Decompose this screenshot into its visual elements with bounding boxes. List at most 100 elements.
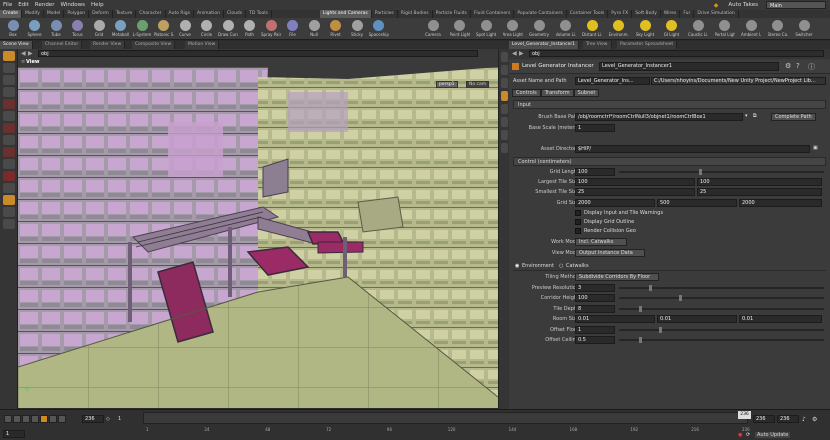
menu-help[interactable]: Help xyxy=(91,2,104,8)
global-end-field[interactable]: 236 xyxy=(777,415,799,423)
param-forward-icon[interactable]: ▶ xyxy=(519,50,524,57)
step-back-button[interactable] xyxy=(13,415,21,423)
shelf-tool-torus[interactable]: Torus xyxy=(68,19,88,39)
shelf-tool-camera[interactable]: Camera xyxy=(423,19,443,39)
shelf-tool-l-system[interactable]: L-System xyxy=(132,19,152,39)
wireframe-icon[interactable] xyxy=(501,130,508,140)
shelf-tab-soft-body[interactable]: Soft Body xyxy=(632,10,661,18)
tab-motion-view[interactable]: Motion View xyxy=(185,41,220,49)
grid-size-x[interactable]: 2000 xyxy=(575,199,655,207)
largest-tile-size-x[interactable]: 100 xyxy=(575,178,695,186)
move-tool-icon[interactable] xyxy=(3,99,15,109)
room-size-x[interactable]: 0.01 xyxy=(575,315,655,323)
grid-size-z[interactable]: 2000 xyxy=(739,199,822,207)
tab-controls[interactable]: Controls xyxy=(512,89,541,97)
grid-length-slider[interactable] xyxy=(619,169,824,175)
gear-icon[interactable]: ⚙ xyxy=(785,62,791,70)
shelf-tool-spot-light[interactable]: Spot Light xyxy=(476,19,496,39)
menu-render[interactable]: Render xyxy=(35,2,55,8)
pose-tool-icon[interactable] xyxy=(3,135,15,145)
shelf-tool-volume-li-[interactable]: Volume Li. xyxy=(556,19,576,39)
work-mode-menu[interactable]: Incl. Catwalks xyxy=(575,238,627,246)
back-arrow-icon[interactable]: ◀ xyxy=(21,50,26,57)
tab-param-spreadsheet[interactable]: Parameter Spreadsheet xyxy=(617,41,678,49)
scene-viewport[interactable]: persp1 No cam ⊹ xyxy=(18,67,498,408)
shelf-tab-auto-rigs[interactable]: Auto Rigs xyxy=(166,10,194,18)
takes-icon[interactable]: ◆ xyxy=(714,2,719,9)
shelf-tool-point-light[interactable]: Point Light xyxy=(450,19,470,39)
tab-scene-view[interactable]: Scene View xyxy=(0,41,33,49)
go-end-button[interactable] xyxy=(58,415,66,423)
shelf-tab-polygon[interactable]: Polygon xyxy=(64,10,90,18)
brush-menu-icon[interactable]: ▾ xyxy=(745,113,748,119)
input-section[interactable]: Input xyxy=(513,100,826,109)
magnet-icon[interactable] xyxy=(3,171,15,181)
shelf-tab-character[interactable]: Character xyxy=(136,10,166,18)
current-frame-field[interactable]: 236 xyxy=(82,415,104,423)
shelf-tool-draw-curve[interactable]: Draw Curve xyxy=(218,19,238,39)
shelf-tool-caustic-li-[interactable]: Caustic Li. xyxy=(688,19,708,39)
complete-path-button[interactable]: Complete Path xyxy=(771,113,816,121)
normals-icon[interactable] xyxy=(501,143,508,153)
shelf-tab-create[interactable]: Create xyxy=(0,10,22,18)
cam-menu[interactable]: No cam xyxy=(466,81,490,88)
node-name-field[interactable]: Level_Generator_Instancer1 xyxy=(599,62,779,71)
auto-update-menu[interactable]: Auto Update xyxy=(755,432,791,438)
shelf-tool-stereo-ca-[interactable]: Stereo Ca. xyxy=(768,19,788,39)
shelf-tab-drive-simulation[interactable]: Drive Simulation xyxy=(694,10,739,18)
grid-size-y[interactable]: 500 xyxy=(657,199,737,207)
render-region-icon[interactable] xyxy=(3,219,15,229)
base-scale-field[interactable]: 1 xyxy=(575,124,615,132)
shelf-tool-spray-paint[interactable]: Spray Paint xyxy=(261,19,281,39)
tiling-method-menu[interactable]: Subdivide Corridors By Floor xyxy=(575,273,659,281)
tab-composite-view[interactable]: Composite View xyxy=(132,41,176,49)
shelf-tool-geometry[interactable]: Geometry xyxy=(529,19,549,39)
timeline-settings-icon[interactable]: ⚙ xyxy=(812,416,817,423)
network-path-bar[interactable]: obj xyxy=(38,50,478,57)
object-mode-icon[interactable] xyxy=(3,195,15,205)
forward-arrow-icon[interactable]: ▶ xyxy=(28,50,33,57)
shelf-tab-td-tools[interactable]: TD Tools xyxy=(246,10,272,18)
audio-icon[interactable]: ♪ xyxy=(802,416,806,423)
desktop-select[interactable]: Main xyxy=(766,1,826,9)
shelf-tab-fur[interactable]: Fur xyxy=(680,10,695,18)
asset-name-field[interactable]: Level_Generator_Ins... xyxy=(575,77,650,85)
asset-directory-field[interactable]: $HIP/ xyxy=(575,145,810,153)
offset-ceiling-field[interactable]: 0.5 xyxy=(575,336,615,344)
shelf-tool-area-light[interactable]: Area Light xyxy=(503,19,523,39)
step-forward-button[interactable] xyxy=(49,415,57,423)
lighting-icon[interactable] xyxy=(501,78,508,88)
file-chooser-icon[interactable]: ▣ xyxy=(813,145,818,151)
shelf-tool-grid[interactable]: Grid xyxy=(89,19,109,39)
stop-button[interactable] xyxy=(31,415,39,423)
shelf-tool-portal-light[interactable]: Portal Light xyxy=(715,19,735,39)
snap-icon[interactable] xyxy=(3,147,15,157)
menu-file[interactable]: File xyxy=(3,2,12,8)
shelf-tool-distant-li-[interactable]: Distant Li. xyxy=(582,19,602,39)
shelf-tool-sky-light[interactable]: Sky Light xyxy=(635,19,655,39)
shelf-tool-box[interactable]: Box xyxy=(3,19,23,39)
menu-edit[interactable]: Edit xyxy=(18,2,29,8)
shelf-tab-animation[interactable]: Animation xyxy=(194,10,224,18)
shelf-tab-pyro-fx[interactable]: Pyro FX xyxy=(608,10,633,18)
alert-icon[interactable]: ● xyxy=(738,432,742,438)
grid-snap-icon[interactable] xyxy=(3,159,15,169)
tab-channel-editor[interactable]: Channel Editor xyxy=(42,41,83,49)
smallest-tile-size-y[interactable]: 25 xyxy=(697,188,822,196)
shelf-tool-rivet[interactable]: Rivet xyxy=(326,19,346,39)
geometry-mode-icon[interactable] xyxy=(3,207,15,217)
shelf-tab-populate-containers[interactable]: Populate Containers xyxy=(514,10,567,18)
play-button[interactable] xyxy=(40,415,48,423)
range-end-field[interactable]: 236 xyxy=(753,415,775,423)
handle-tool-icon[interactable] xyxy=(3,87,15,97)
corridor-height-slider[interactable] xyxy=(619,295,824,301)
shelf-tab-particles[interactable]: Particles xyxy=(372,10,398,18)
shelf-tool-sphere[interactable]: Sphere xyxy=(25,19,45,39)
asset-path-field[interactable]: C:/Users/nhoyins/Documents/New Unity Pro… xyxy=(651,77,826,85)
shelf-tool-ambient-l-[interactable]: Ambient L. xyxy=(741,19,761,39)
select-tool-icon[interactable] xyxy=(3,51,15,61)
shelf-tab-rigid-bodies[interactable]: Rigid Bodies xyxy=(398,10,433,18)
shelf-tab-modify[interactable]: Modify xyxy=(22,10,44,18)
environment-tab[interactable]: Environment xyxy=(522,263,554,269)
grid-length-field[interactable]: 100 xyxy=(575,168,615,176)
